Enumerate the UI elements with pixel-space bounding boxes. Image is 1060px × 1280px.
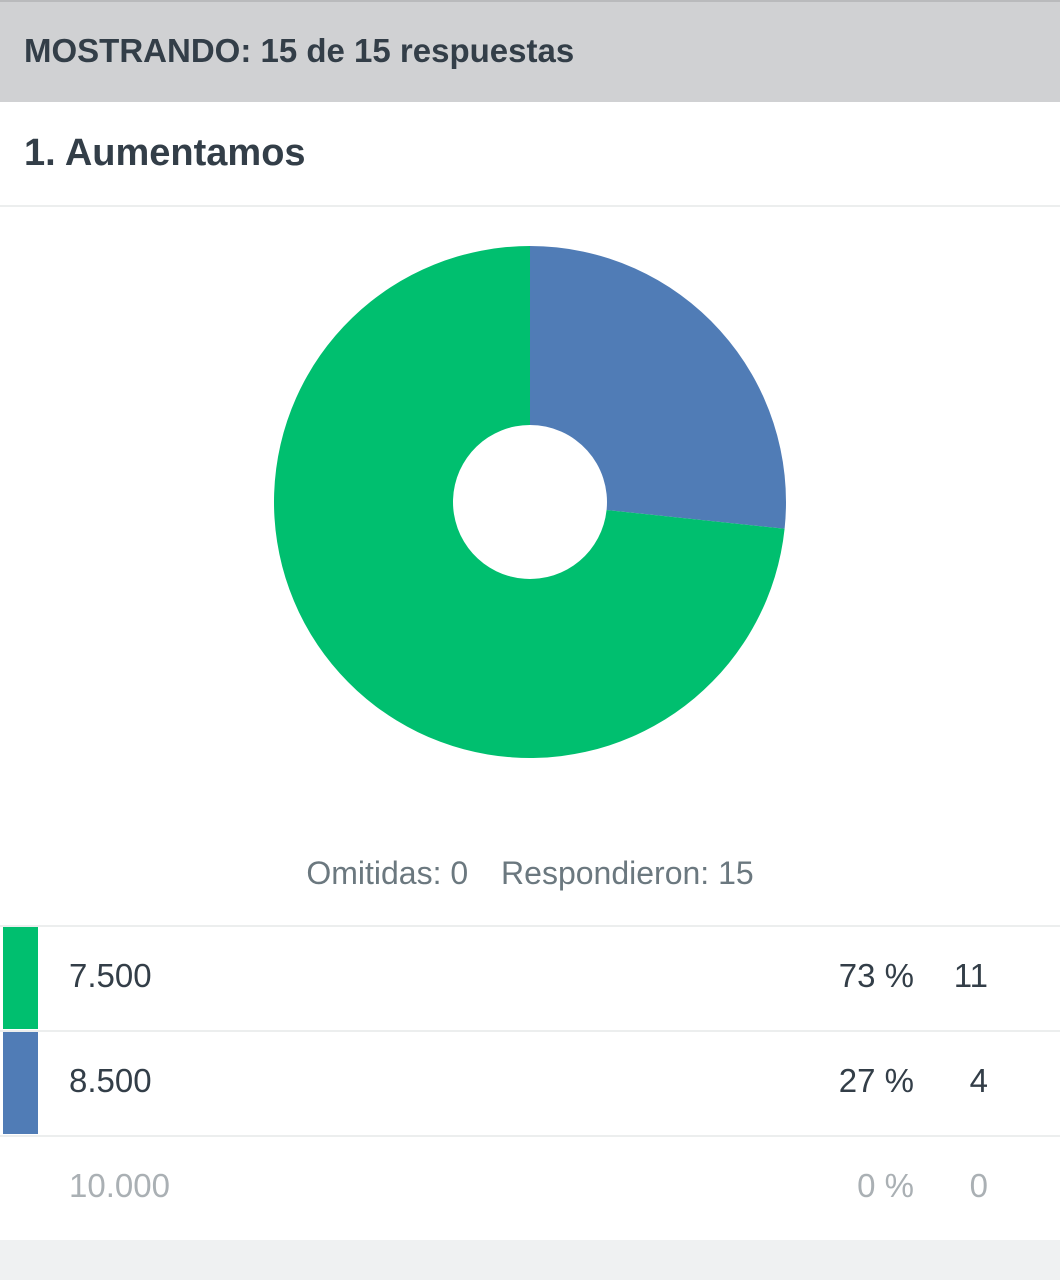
answer-percent: 73 % (838, 957, 914, 994)
answer-row-2[interactable]: 8.500 27 % 4 (0, 1030, 1060, 1134)
answer-label: 8.500 (69, 1062, 152, 1099)
legend-swatch (3, 927, 38, 1029)
answer-label: 10.000 (69, 1167, 170, 1204)
answer-count: 11 (953, 957, 988, 994)
answer-label: 7.500 (69, 957, 152, 994)
answer-count: 0 (969, 1167, 988, 1204)
pie-slice-8.500[interactable] (530, 246, 786, 529)
skipped-count: Omitidas: 0 (306, 855, 469, 891)
response-stats: Omitidas: 0 Respondieron: 15 (0, 855, 1060, 892)
answer-percent: 27 % (838, 1062, 914, 1099)
answer-row-1[interactable]: 7.500 73 % 11 (0, 925, 1060, 1029)
answered-count: Respondieron: 15 (501, 855, 754, 891)
answer-count: 4 (969, 1062, 988, 1099)
legend-swatch (3, 1032, 38, 1134)
bottom-band (0, 1240, 1060, 1280)
answer-row-3[interactable]: 10.000 0 % 0 (0, 1135, 1060, 1239)
donut-chart (274, 246, 786, 758)
answer-percent: 0 % (857, 1167, 914, 1204)
